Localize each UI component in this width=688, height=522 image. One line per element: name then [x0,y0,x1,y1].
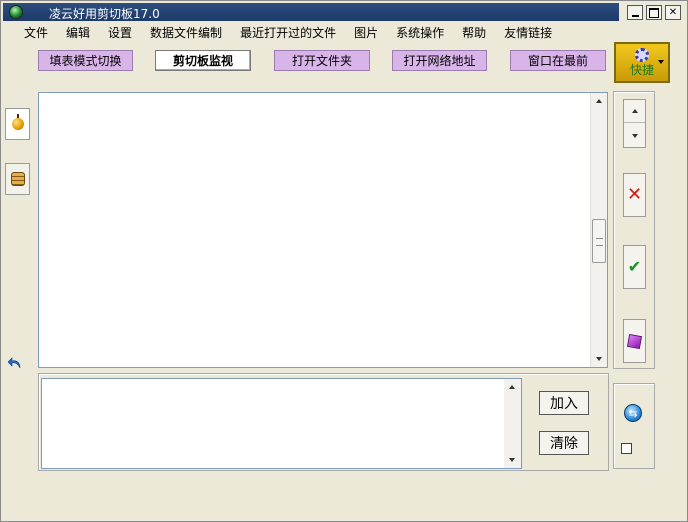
up-down-spinner [623,99,646,148]
main-scrollbar[interactable] [590,93,607,367]
menu-images[interactable]: 图片 [345,24,387,42]
quick-label: 快捷 [629,63,654,77]
undo-icon[interactable] [8,357,22,369]
menu-edit[interactable]: 编辑 [57,24,99,42]
scroll-up-icon[interactable] [596,99,602,103]
menu-links[interactable]: 友情链接 [495,24,561,42]
app-window: 凌云好用剪切板17.0 ✕ 文件 编辑 设置 数据文件编制 最近打开过的文件 图… [0,0,688,522]
menu-file[interactable]: 文件 [15,24,57,42]
stack-tool-button[interactable] [5,163,30,195]
stack-icon [10,172,25,186]
refresh-panel: ⇆ [613,383,655,469]
window-controls: ✕ [627,5,681,20]
menu-recent-files[interactable]: 最近打开过的文件 [231,24,345,42]
open-folder-button[interactable]: 打开文件夹 [274,50,370,71]
gift-button[interactable] [623,319,646,363]
arrow-up-icon [631,109,638,113]
fruit-tool-button[interactable] [5,108,30,140]
quick-menu-button[interactable]: 快捷 [614,42,670,83]
input-box [41,378,522,469]
close-x-icon: ✕ [626,184,643,205]
move-up-button[interactable] [624,100,645,123]
scroll-thumb[interactable] [592,219,606,263]
close-icon: ✕ [668,6,678,18]
dropdown-arrow-icon [658,60,664,64]
window-title: 凌云好用剪切板17.0 [49,7,160,21]
scroll-up-icon[interactable] [509,385,515,389]
menu-data-file[interactable]: 数据文件编制 [141,24,231,42]
always-on-top-button[interactable]: 窗口在最前 [510,50,606,71]
option-checkbox[interactable] [621,443,632,454]
maximize-button[interactable] [646,5,662,20]
input-scrollbar[interactable] [504,379,521,468]
minimize-button[interactable] [627,5,643,20]
confirm-button[interactable]: ✔ [623,245,646,289]
refresh-button[interactable]: ⇆ [624,404,642,422]
clipboard-text-area[interactable] [38,92,608,368]
menu-system[interactable]: 系统操作 [387,24,453,42]
close-button[interactable]: ✕ [665,5,681,20]
fruit-icon [11,114,24,130]
app-icon[interactable] [9,5,23,19]
clear-button[interactable]: 清除 [539,431,589,455]
menu-settings[interactable]: 设置 [99,24,141,42]
scroll-down-icon[interactable] [509,458,515,462]
checkmark-icon: ✔ [627,257,642,276]
open-url-button[interactable]: 打开网络地址 [392,50,487,71]
input-textarea[interactable] [42,379,505,468]
scroll-down-icon[interactable] [596,357,602,361]
gear-icon [635,48,649,62]
refresh-icon: ⇆ [628,406,638,420]
menu-bar: 文件 编辑 设置 数据文件编制 最近打开过的文件 图片 系统操作 帮助 友情链接 [15,24,561,42]
add-button[interactable]: 加入 [539,391,589,415]
fill-mode-toggle-button[interactable]: 填表模式切换 [38,50,133,71]
move-down-button[interactable] [624,124,645,147]
gift-icon [626,333,643,349]
right-tool-panel: ✕ ✔ [613,91,655,369]
clipboard-monitor-button[interactable]: 剪切板监视 [155,50,251,71]
delete-button[interactable]: ✕ [623,173,646,217]
arrow-down-icon [631,133,638,138]
input-panel: 加入 清除 [38,373,609,471]
title-bar[interactable]: 凌云好用剪切板17.0 [3,3,619,21]
menu-help[interactable]: 帮助 [453,24,495,42]
